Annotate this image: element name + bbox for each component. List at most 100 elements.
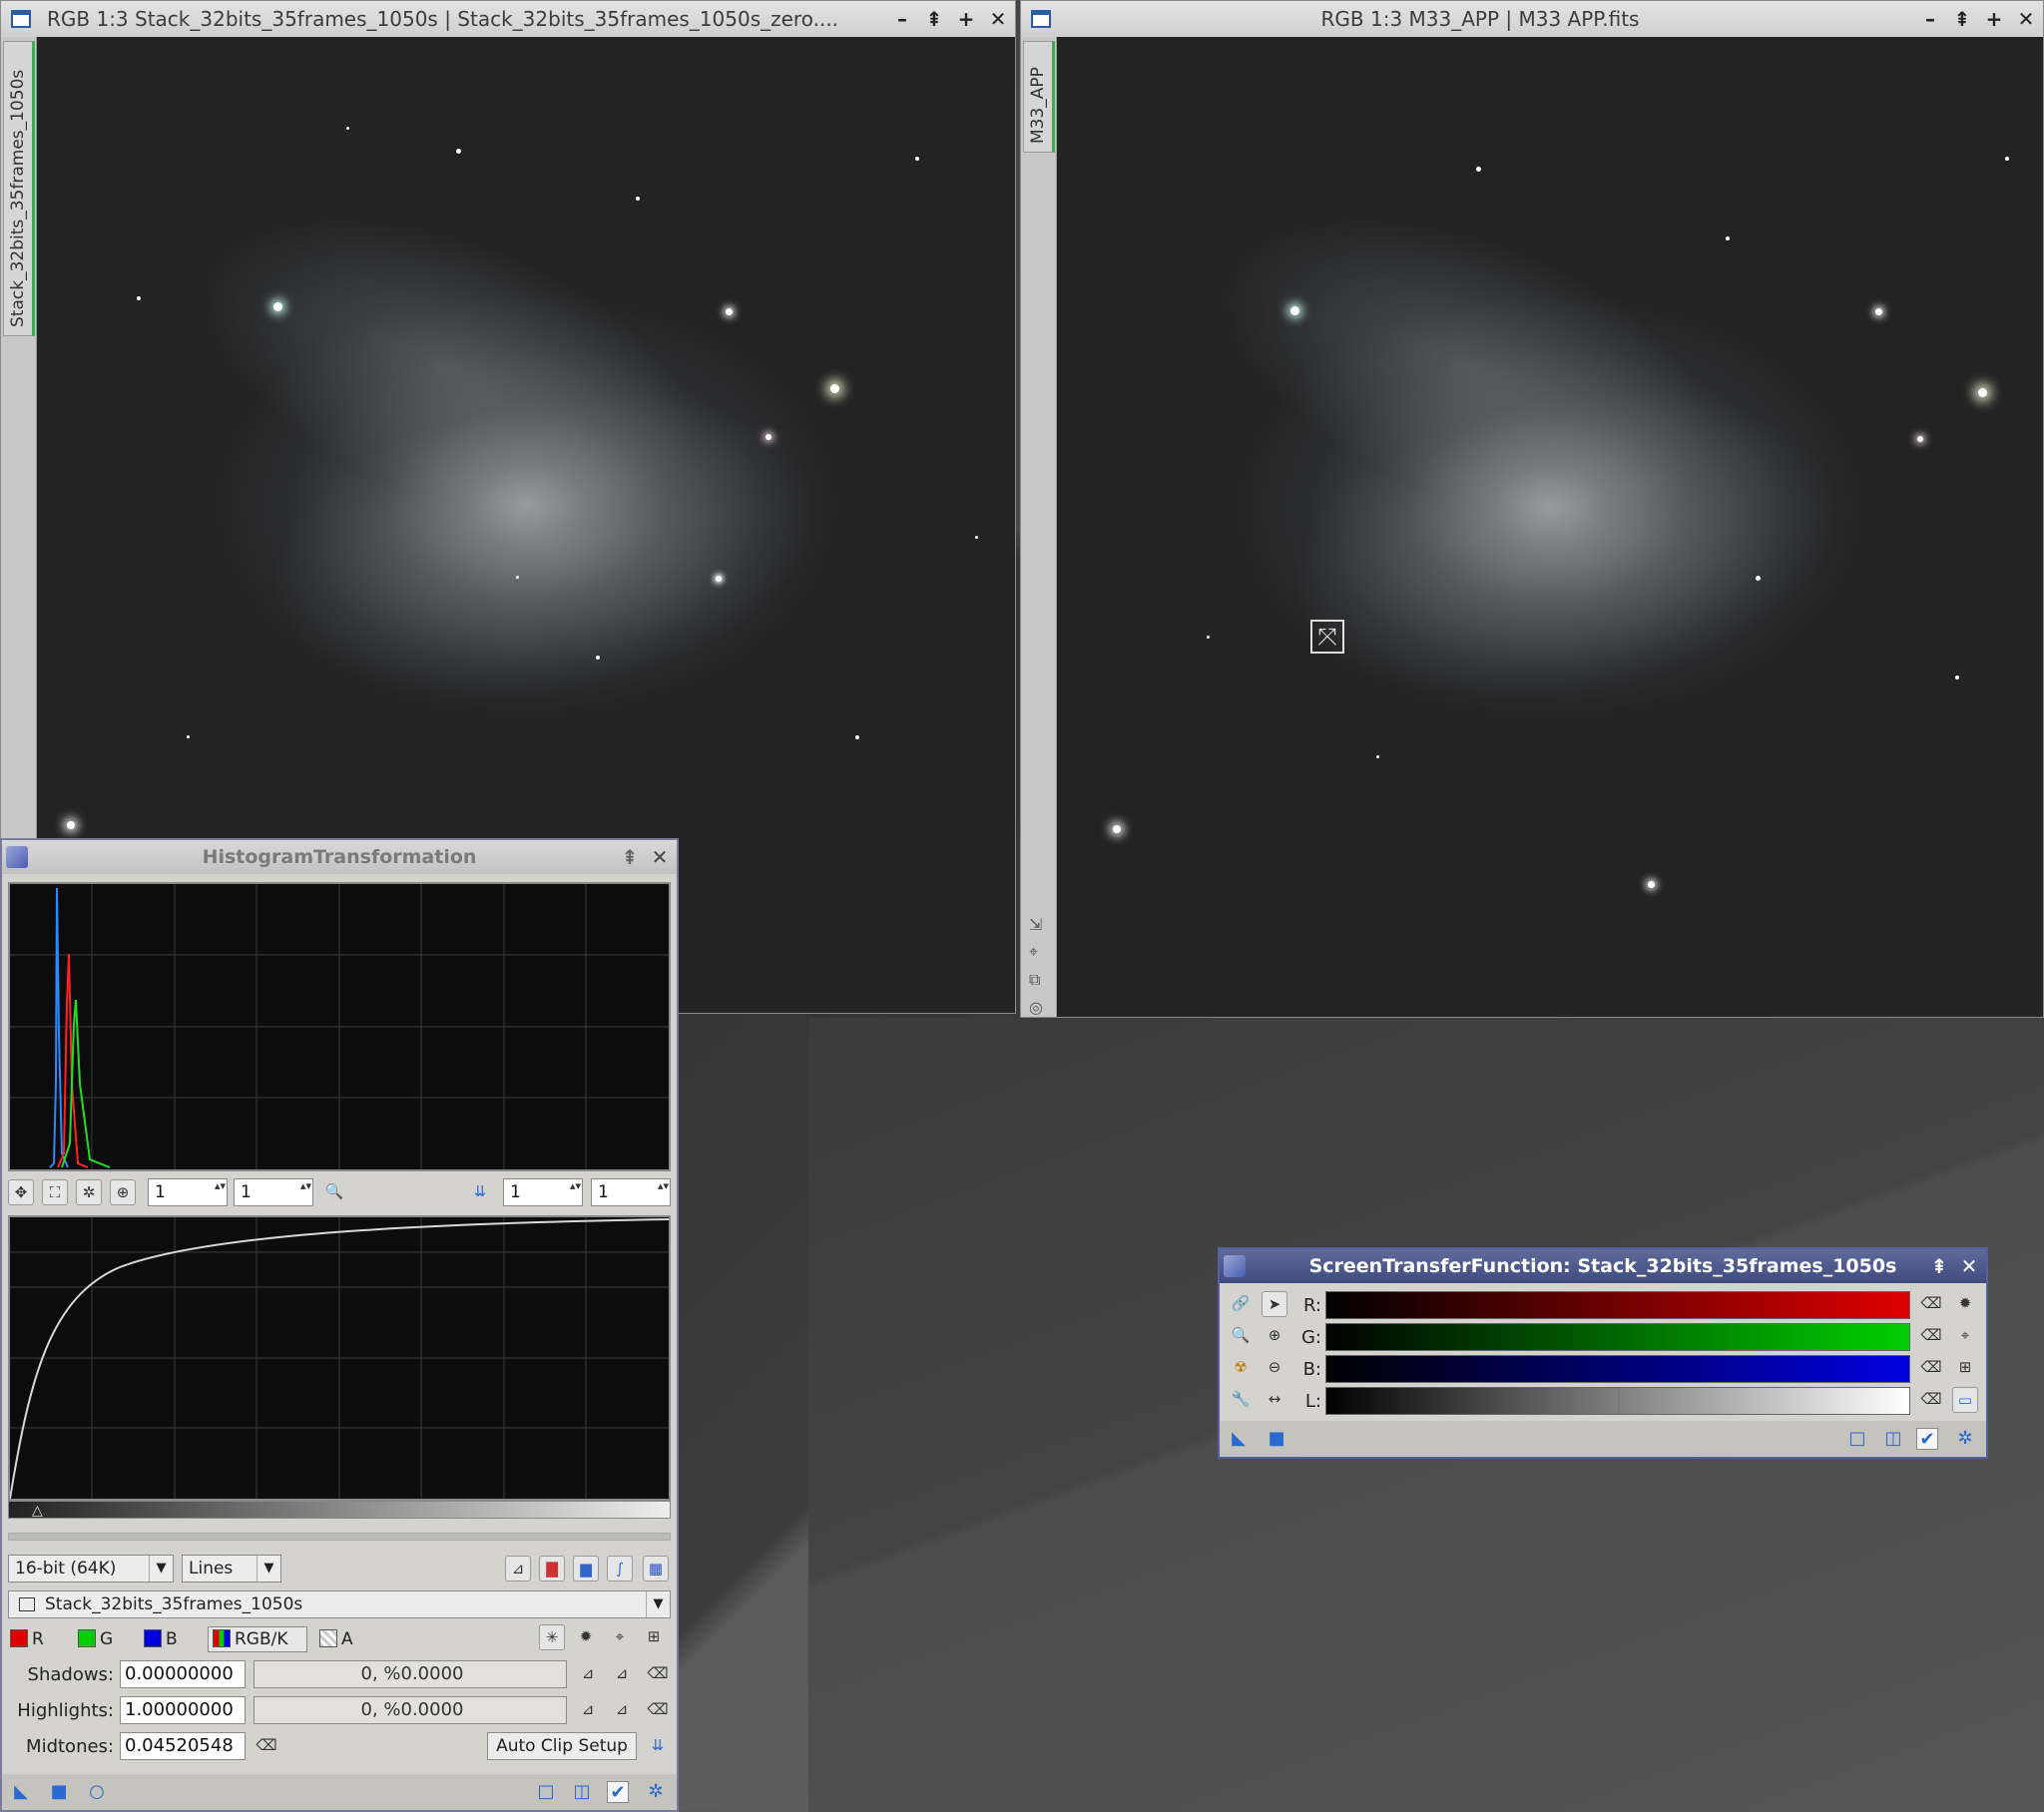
g-reset-icon[interactable]: ⌫ bbox=[1918, 1323, 1944, 1349]
screen-transfer-function-window[interactable]: ScreenTransferFunction: Stack_32bits_35f… bbox=[1218, 1247, 1988, 1459]
chevron-down-icon[interactable]: ⇊ bbox=[467, 1179, 493, 1205]
midtones-reset-icon[interactable]: ⌫ bbox=[254, 1733, 279, 1759]
stf-g-bar[interactable] bbox=[1325, 1323, 1910, 1351]
shadows-reset-icon[interactable]: ⌫ bbox=[645, 1661, 671, 1687]
zoom-h2-spinner[interactable]: 1 bbox=[503, 1178, 583, 1206]
auto-stretch-icon[interactable]: ✳ bbox=[539, 1624, 565, 1650]
zoom-fit-icon[interactable]: ⌖ bbox=[1029, 942, 1043, 962]
highlights-input[interactable]: 1.00000000 bbox=[120, 1696, 246, 1724]
stf-b-bar[interactable] bbox=[1325, 1355, 1910, 1383]
pan-icon[interactable]: ⊕ bbox=[110, 1179, 136, 1205]
edit-icon[interactable]: ◫ bbox=[1882, 1428, 1904, 1450]
r-options-icon[interactable]: ✹ bbox=[1952, 1291, 1978, 1317]
b-reset-icon[interactable]: ⌫ bbox=[1918, 1355, 1944, 1381]
image-canvas-m33[interactable]: ⤧ bbox=[1057, 37, 2043, 1017]
zoom-v2-spinner[interactable]: 1 bbox=[591, 1178, 671, 1206]
shade-button[interactable]: ⇞ bbox=[925, 1, 943, 37]
b-options-icon[interactable]: ⊞ bbox=[1952, 1355, 1978, 1381]
reset-all-icon[interactable]: ✲ bbox=[1954, 1428, 1976, 1450]
stf-r-bar[interactable] bbox=[1325, 1291, 1910, 1319]
apply-check-icon[interactable]: ✔ bbox=[1916, 1428, 1938, 1450]
auto-stretch-icon[interactable]: ☢ bbox=[1228, 1355, 1254, 1381]
shadows-auto2-icon[interactable]: ⊿ bbox=[609, 1661, 635, 1687]
browse-doc-icon[interactable]: □ bbox=[1846, 1428, 1868, 1450]
track-view-icon[interactable]: ⌖ bbox=[607, 1624, 633, 1650]
edit-icon[interactable]: ◫ bbox=[571, 1781, 593, 1803]
highlights-reset-icon[interactable]: ⌫ bbox=[645, 1697, 671, 1723]
channel-histogram-icon[interactable]: ▆ bbox=[573, 1556, 599, 1582]
zoom-in-icon[interactable]: ⊕ bbox=[1262, 1323, 1287, 1349]
fit-view-icon[interactable]: ⇲ bbox=[1029, 915, 1043, 934]
chevron-down-icon[interactable]: ⇊ bbox=[645, 1733, 671, 1759]
auto-clip-setup-button[interactable]: Auto Clip Setup bbox=[487, 1732, 637, 1760]
l-reset-icon[interactable]: ⌫ bbox=[1918, 1387, 1944, 1413]
close-button[interactable]: ✕ bbox=[649, 840, 671, 874]
channel-g-toggle[interactable]: G bbox=[78, 1628, 113, 1650]
new-instance-icon[interactable]: ◣ bbox=[10, 1781, 32, 1803]
view-tab-m33[interactable]: M33_APP bbox=[1023, 41, 1055, 153]
shade-button[interactable]: ⇞ bbox=[619, 840, 641, 874]
zoom-fit-icon[interactable]: ⛶ bbox=[42, 1179, 68, 1205]
resolution-select[interactable]: 16-bit (64K) ▼ bbox=[8, 1555, 174, 1583]
readout-icon[interactable]: ⊞ bbox=[641, 1624, 667, 1650]
browse-doc-icon[interactable]: □ bbox=[535, 1781, 557, 1803]
grid-icon[interactable]: ▦ bbox=[643, 1556, 669, 1582]
r-reset-icon[interactable]: ⌫ bbox=[1918, 1291, 1944, 1317]
zoom-v-spinner[interactable]: 1 bbox=[234, 1178, 313, 1206]
zoom-out-icon[interactable]: ⊖ bbox=[1262, 1355, 1287, 1381]
minimize-button[interactable]: – bbox=[893, 1, 911, 37]
zoom-h-spinner[interactable]: 1 bbox=[148, 1178, 228, 1206]
highlights-auto-icon[interactable]: ⊿ bbox=[575, 1697, 601, 1723]
histogram-transformation-window[interactable]: HistogramTransformation ⇞ ✕ ✥ ⛶ ✲ ⊕ 1 1 … bbox=[0, 838, 679, 1812]
zoom-full-icon[interactable]: ✲ bbox=[76, 1179, 102, 1205]
zoom-icon[interactable]: 🔍 bbox=[1228, 1323, 1254, 1349]
shadows-input[interactable]: 0.00000000 bbox=[120, 1660, 246, 1688]
input-histogram-plot[interactable] bbox=[8, 882, 671, 1171]
pointer-icon[interactable]: ➤ bbox=[1262, 1291, 1287, 1317]
shadows-auto-icon[interactable]: ⊿ bbox=[575, 1661, 601, 1687]
shade-button[interactable]: ⇞ bbox=[1953, 1, 1971, 37]
graph-style-select[interactable]: Lines ▼ bbox=[182, 1555, 281, 1583]
apply-global-icon[interactable]: ■ bbox=[48, 1781, 70, 1803]
g-options-icon[interactable]: ⌖ bbox=[1952, 1323, 1978, 1349]
shadows-slider-handle[interactable]: △ bbox=[32, 1503, 43, 1519]
scroll-track[interactable] bbox=[8, 1533, 671, 1541]
target-icon[interactable]: ◎ bbox=[1029, 998, 1043, 1017]
stf-titlebar[interactable]: ScreenTransferFunction: Stack_32bits_35f… bbox=[1220, 1249, 1986, 1283]
curve-icon[interactable]: ∫ bbox=[607, 1556, 633, 1582]
new-instance-icon[interactable]: ◣ bbox=[1228, 1428, 1250, 1450]
close-button[interactable]: ✕ bbox=[989, 1, 1007, 37]
channel-b-toggle[interactable]: B bbox=[144, 1628, 178, 1650]
link-channels-icon[interactable]: 🔗 bbox=[1228, 1291, 1254, 1317]
image-window-m33-titlebar[interactable]: RGB 1:3 M33_APP | M33 APP.fits – ⇞ + ✕ bbox=[1021, 1, 2043, 37]
stf-l-bar[interactable] bbox=[1325, 1387, 1910, 1415]
horizontal-scroll-icon[interactable]: ↔ bbox=[1262, 1387, 1287, 1413]
apply-check-icon[interactable]: ✔ bbox=[607, 1781, 629, 1803]
midtones-input[interactable]: 0.04520548 bbox=[120, 1732, 246, 1760]
apply-global-icon[interactable]: ■ bbox=[1266, 1428, 1287, 1450]
highlights-auto2-icon[interactable]: ⊿ bbox=[609, 1697, 635, 1723]
real-time-preview-icon[interactable]: ○ bbox=[86, 1781, 108, 1803]
histogram-titlebar[interactable]: HistogramTransformation ⇞ ✕ bbox=[2, 840, 677, 874]
view-selector[interactable]: Stack_32bits_35frames_1050s ▼ bbox=[8, 1590, 671, 1618]
close-button[interactable]: ✕ bbox=[1958, 1249, 1980, 1283]
move-icon[interactable]: ✥ bbox=[8, 1179, 34, 1205]
view-tab-stack[interactable]: Stack_32bits_35frames_1050s bbox=[3, 41, 35, 336]
rgb-histogram-icon[interactable]: ▇ bbox=[539, 1556, 565, 1582]
shade-button[interactable]: ⇞ bbox=[1928, 1249, 1950, 1283]
transfer-curve-plot[interactable] bbox=[8, 1215, 671, 1501]
minimize-button[interactable]: – bbox=[1921, 1, 1939, 37]
channel-rgbk-toggle[interactable]: RGB/K bbox=[208, 1626, 307, 1652]
stf-l-midtone-handle[interactable] bbox=[1618, 1388, 1620, 1414]
channel-a-toggle[interactable]: A bbox=[319, 1628, 353, 1650]
clone-view-icon[interactable]: ⧉ bbox=[1029, 970, 1043, 990]
maximize-button[interactable]: + bbox=[957, 1, 975, 37]
reset-all-icon[interactable]: ✲ bbox=[645, 1781, 667, 1803]
close-button[interactable]: ✕ bbox=[2017, 1, 2035, 37]
wrench-icon[interactable]: 🔧 bbox=[1228, 1387, 1254, 1413]
image-window-m33[interactable]: RGB 1:3 M33_APP | M33 APP.fits – ⇞ + ✕ M… bbox=[1020, 0, 2044, 1018]
maximize-button[interactable]: + bbox=[1985, 1, 2003, 37]
reset-icon[interactable]: ✹ bbox=[573, 1624, 599, 1650]
search-icon[interactable]: 🔍 bbox=[321, 1179, 347, 1205]
image-window-stack-titlebar[interactable]: RGB 1:3 Stack_32bits_35frames_1050s | St… bbox=[1, 1, 1015, 37]
